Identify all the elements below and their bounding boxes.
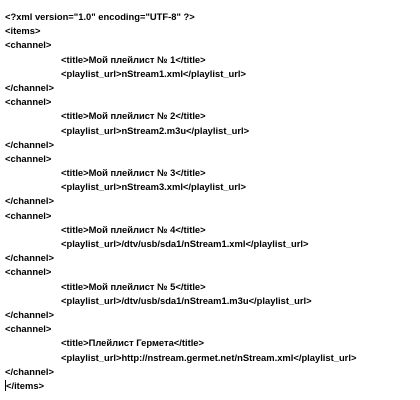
xml-line: </items> <box>5 379 417 393</box>
xml-line: <channel> <box>5 322 417 336</box>
xml-line: <playlist_url>/dtv/usb/sda1/nStream1.xml… <box>5 237 417 251</box>
xml-line: </channel> <box>5 251 417 265</box>
xml-line-text: </channel> <box>5 81 54 93</box>
xml-line: </channel> <box>5 138 417 152</box>
xml-line: </channel> <box>5 194 417 208</box>
xml-line-text: <items> <box>5 25 41 37</box>
xml-line-text: <title>Мой плейлист № 5</title> <box>61 280 206 292</box>
xml-line: <title>Мой плейлист № 2</title> <box>5 109 417 123</box>
xml-line-text: <title>Мой плейлист № 1</title> <box>61 53 206 65</box>
xml-line: <title>Мой плейлист № 4</title> <box>5 223 417 237</box>
xml-line-text: <playlist_url>nStream1.xml</playlist_url… <box>61 67 246 79</box>
xml-line: <items> <box>5 24 417 38</box>
xml-line-text: <title>Мой плейлист № 3</title> <box>61 167 206 179</box>
xml-line-text: </channel> <box>5 195 54 207</box>
xml-line: </channel> <box>5 365 417 379</box>
xml-line: <title>Мой плейлист № 5</title> <box>5 280 417 294</box>
xml-line-text: <title>Мой плейлист № 4</title> <box>61 223 206 235</box>
xml-line: </channel> <box>5 308 417 322</box>
xml-line-text: <playlist_url>nStream2.m3u</playlist_url… <box>61 124 250 136</box>
xml-line-text: <playlist_url>http://nstream.germet.net/… <box>61 351 357 363</box>
xml-line: <channel> <box>5 152 417 166</box>
xml-document[interactable]: <?xml version="1.0" encoding="UTF-8" ?> <… <box>5 10 417 393</box>
xml-line: </channel> <box>5 81 417 95</box>
xml-line: <channel> <box>5 209 417 223</box>
xml-line: <title>Мой плейлист № 3</title> <box>5 166 417 180</box>
xml-line-text: <channel> <box>5 39 52 51</box>
xml-line-text: <channel> <box>5 266 52 278</box>
xml-line: <title>Мой плейлист № 1</title> <box>5 53 417 67</box>
xml-line-text: <channel> <box>5 96 52 108</box>
xml-line-text: <channel> <box>5 323 52 335</box>
xml-line: <channel> <box>5 95 417 109</box>
xml-line-text: </items> <box>6 379 45 391</box>
xml-line-text: <?xml version="1.0" encoding="UTF-8" ?> <box>5 11 195 22</box>
xml-line-text: </channel> <box>5 365 54 377</box>
xml-line-text: </channel> <box>5 138 54 150</box>
xml-line: <channel> <box>5 265 417 279</box>
xml-line: <playlist_url>/dtv/usb/sda1/nStream1.m3u… <box>5 294 417 308</box>
xml-line-text: </channel> <box>5 308 54 320</box>
xml-line-text: <playlist_url>nStream3.xml</playlist_url… <box>61 181 246 193</box>
xml-line-text: <playlist_url>/dtv/usb/sda1/nStream1.m3u… <box>61 294 312 306</box>
xml-line-text: <channel> <box>5 152 52 164</box>
xml-line: <playlist_url>nStream3.xml</playlist_url… <box>5 180 417 194</box>
xml-line: <playlist_url>nStream2.m3u</playlist_url… <box>5 124 417 138</box>
xml-line: <title>Плейлист Гермета</title> <box>5 336 417 350</box>
xml-line-text: </channel> <box>5 252 54 264</box>
xml-line-text: <playlist_url>/dtv/usb/sda1/nStream1.xml… <box>61 238 309 249</box>
xml-line: <?xml version="1.0" encoding="UTF-8" ?> <box>5 10 417 24</box>
xml-line-text: <channel> <box>5 209 52 221</box>
xml-line-text: <title>Мой плейлист № 2</title> <box>61 110 206 122</box>
xml-line: <playlist_url>http://nstream.germet.net/… <box>5 351 417 365</box>
xml-line: <channel> <box>5 38 417 52</box>
xml-line: <playlist_url>nStream1.xml</playlist_url… <box>5 67 417 81</box>
xml-line-text: <title>Плейлист Гермета</title> <box>61 337 204 349</box>
